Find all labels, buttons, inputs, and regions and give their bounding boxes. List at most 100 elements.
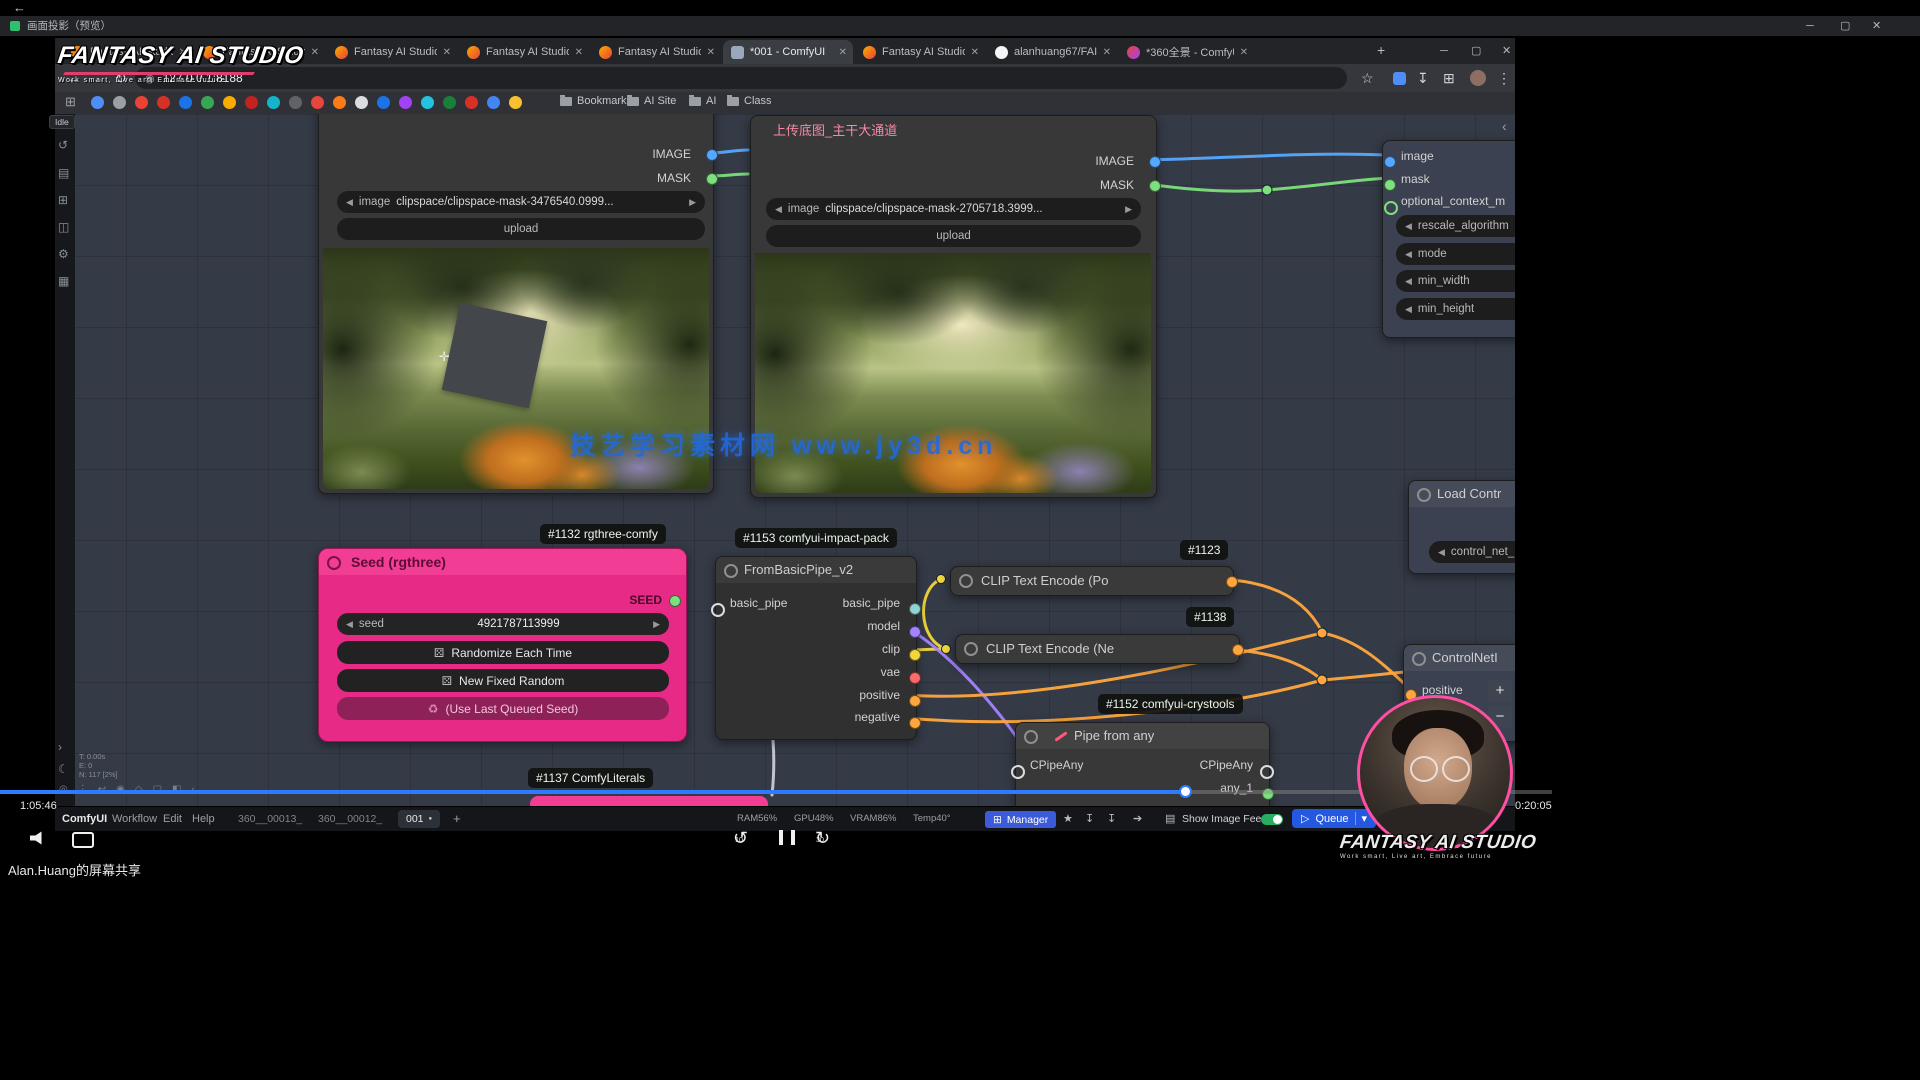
favicon[interactable] <box>179 96 192 109</box>
translate-icon[interactable] <box>1393 72 1406 85</box>
prev-icon[interactable]: ◀ <box>1438 547 1445 558</box>
prev-icon[interactable]: ◀ <box>1405 221 1412 232</box>
prev-icon[interactable]: ◀ <box>1405 249 1412 260</box>
download-icon[interactable]: ↧ <box>1085 807 1094 831</box>
video-progress-bar[interactable] <box>0 790 1552 794</box>
rescale-widget[interactable]: ◀ rescale_algorithm <box>1396 215 1515 237</box>
favicon[interactable] <box>245 96 258 109</box>
pause-button[interactable] <box>779 830 795 850</box>
seed-node[interactable]: Seed (rgthree) SEED ◀ seed 4921787113999… <box>318 548 687 742</box>
upload-button[interactable]: upload <box>337 218 705 240</box>
browser-tab[interactable]: Fantasy AI Studio ✕ <box>591 40 721 64</box>
favicon[interactable] <box>267 96 280 109</box>
input-dot-cpipeany[interactable] <box>1011 765 1025 779</box>
output-dot-mask[interactable] <box>706 173 718 185</box>
maximize-icon[interactable]: ▢ <box>1840 16 1850 36</box>
collapse-dot[interactable] <box>1417 488 1431 502</box>
bookmark-folder[interactable]: Class <box>727 95 772 107</box>
bookmark-star-icon[interactable]: ☆ <box>1361 64 1374 92</box>
output-dot-vae[interactable] <box>909 672 921 684</box>
output-dot-seed[interactable] <box>669 595 681 607</box>
gallery-icon[interactable]: ▦ <box>58 274 69 288</box>
prev-icon[interactable]: ◀ <box>1405 276 1412 287</box>
collapse-dot[interactable] <box>327 556 341 570</box>
collapse-dot[interactable] <box>964 642 978 656</box>
tab-close-icon[interactable]: ✕ <box>707 47 715 58</box>
minimize-icon[interactable]: ─ <box>1806 16 1814 36</box>
control-net-widget[interactable]: ◀ control_net_ <box>1429 541 1515 563</box>
browser-tab[interactable]: alanhuang67/FAI-Too ✕ <box>987 40 1117 64</box>
menu-edit[interactable]: Edit <box>163 807 182 831</box>
tab-close-icon[interactable]: ✕ <box>1240 47 1248 58</box>
workflows-icon[interactable]: ⚙ <box>58 247 69 261</box>
downloads-icon[interactable]: ↧ <box>1417 64 1429 92</box>
close-icon[interactable]: ✕ <box>1872 16 1881 36</box>
progress-knob[interactable] <box>1179 785 1192 798</box>
output-dot-positive[interactable] <box>909 695 921 707</box>
output-dot-basic-pipe[interactable] <box>909 603 921 615</box>
clipped-pink-node[interactable] <box>530 796 768 806</box>
seed-widget[interactable]: ◀ seed 4921787113999 ▶ <box>337 613 669 635</box>
context-node[interactable]: image mask optional_context_m ◀ rescale_… <box>1382 140 1515 338</box>
output-dot-cpipeany[interactable] <box>1260 765 1274 779</box>
output-dot-conditioning[interactable] <box>1226 576 1238 588</box>
input-dot-basic-pipe[interactable] <box>711 603 725 617</box>
tab-close-icon[interactable]: ✕ <box>1103 47 1111 58</box>
tab-close-icon[interactable]: ✕ <box>839 47 847 58</box>
tab-close-icon[interactable]: ✕ <box>971 47 979 58</box>
mode-widget[interactable]: ◀ mode <box>1396 243 1515 265</box>
collapse-dot[interactable] <box>959 574 973 588</box>
upload-button[interactable]: upload <box>766 225 1141 247</box>
browser-menu-icon[interactable]: ⋮ <box>1497 64 1511 92</box>
from-basic-pipe-node[interactable]: FromBasicPipe_v2 basic_pipe basic_pipe m… <box>715 556 917 740</box>
randomize-button[interactable]: ⚄ Randomize Each Time <box>337 641 669 664</box>
subtitle-button[interactable] <box>72 832 94 848</box>
show-image-feed-label[interactable]: Show Image Feed <box>1182 807 1267 831</box>
favicon[interactable] <box>421 96 434 109</box>
output-dot-image[interactable] <box>706 149 718 161</box>
output-dot-mask[interactable] <box>1384 179 1396 191</box>
tab-close-icon[interactable]: ✕ <box>443 47 451 58</box>
new-fixed-button[interactable]: ⚄ New Fixed Random <box>337 669 669 692</box>
image-widget[interactable]: ◀ image clipspace/clipspace-mask-2705718… <box>766 198 1141 220</box>
output-dot-optional[interactable] <box>1384 201 1398 215</box>
browser-tab-active[interactable]: *001 - ComfyUI ✕ <box>723 40 853 64</box>
rewind-button[interactable]: ↺10 <box>733 828 756 849</box>
min-height-widget[interactable]: ◀ min_height <box>1396 298 1515 320</box>
caret-down-icon[interactable]: ▾ <box>1355 812 1368 825</box>
output-dot-model[interactable] <box>909 626 921 638</box>
forward-button[interactable]: ↻30 <box>815 828 838 849</box>
bookmark-folder[interactable]: AI <box>689 95 716 107</box>
favicon[interactable] <box>135 96 148 109</box>
favicon[interactable] <box>223 96 236 109</box>
output-dot-mask[interactable] <box>1149 180 1161 192</box>
bookmark-folder[interactable]: AI Site <box>627 95 676 107</box>
next-icon[interactable]: ▶ <box>689 197 696 208</box>
panel-collapse-icon[interactable]: ‹ <box>1502 118 1507 134</box>
use-last-seed-button[interactable]: ♻ (Use Last Queued Seed) <box>337 697 669 720</box>
profile-avatar[interactable] <box>1470 70 1486 86</box>
browser-tab[interactable]: Fantasy AI Studio ✕ <box>855 40 985 64</box>
favicon[interactable] <box>399 96 412 109</box>
favicon[interactable] <box>289 96 302 109</box>
expand-icon[interactable]: › <box>58 740 62 754</box>
tab-close-icon[interactable]: ✕ <box>311 47 319 58</box>
favicon[interactable] <box>311 96 324 109</box>
browser-tab[interactable]: Fantasy AI Studio ✕ <box>327 40 457 64</box>
output-dot-conditioning[interactable] <box>1232 644 1244 656</box>
prev-icon[interactable]: ◀ <box>1405 304 1412 315</box>
bookmark-folder[interactable]: Bookmark <box>560 95 627 107</box>
favicon[interactable] <box>509 96 522 109</box>
clip-text-encode-pos-node[interactable]: CLIP Text Encode (Po <box>950 566 1234 596</box>
prev-icon[interactable]: ◀ <box>775 204 782 215</box>
favicon[interactable] <box>377 96 390 109</box>
workflow-tab-active[interactable]: 001 ● <box>398 810 440 828</box>
favicon[interactable] <box>465 96 478 109</box>
favicon[interactable] <box>91 96 104 109</box>
output-dot-clip[interactable] <box>909 649 921 661</box>
star-icon[interactable]: ★ <box>1063 807 1073 831</box>
new-tab-button[interactable]: + <box>1377 42 1385 58</box>
volume-button[interactable] <box>30 831 46 845</box>
browser-tab[interactable]: *360全景 - ComfyUI ✕ <box>1119 40 1254 64</box>
back-arrow-icon[interactable]: ← <box>13 0 26 16</box>
